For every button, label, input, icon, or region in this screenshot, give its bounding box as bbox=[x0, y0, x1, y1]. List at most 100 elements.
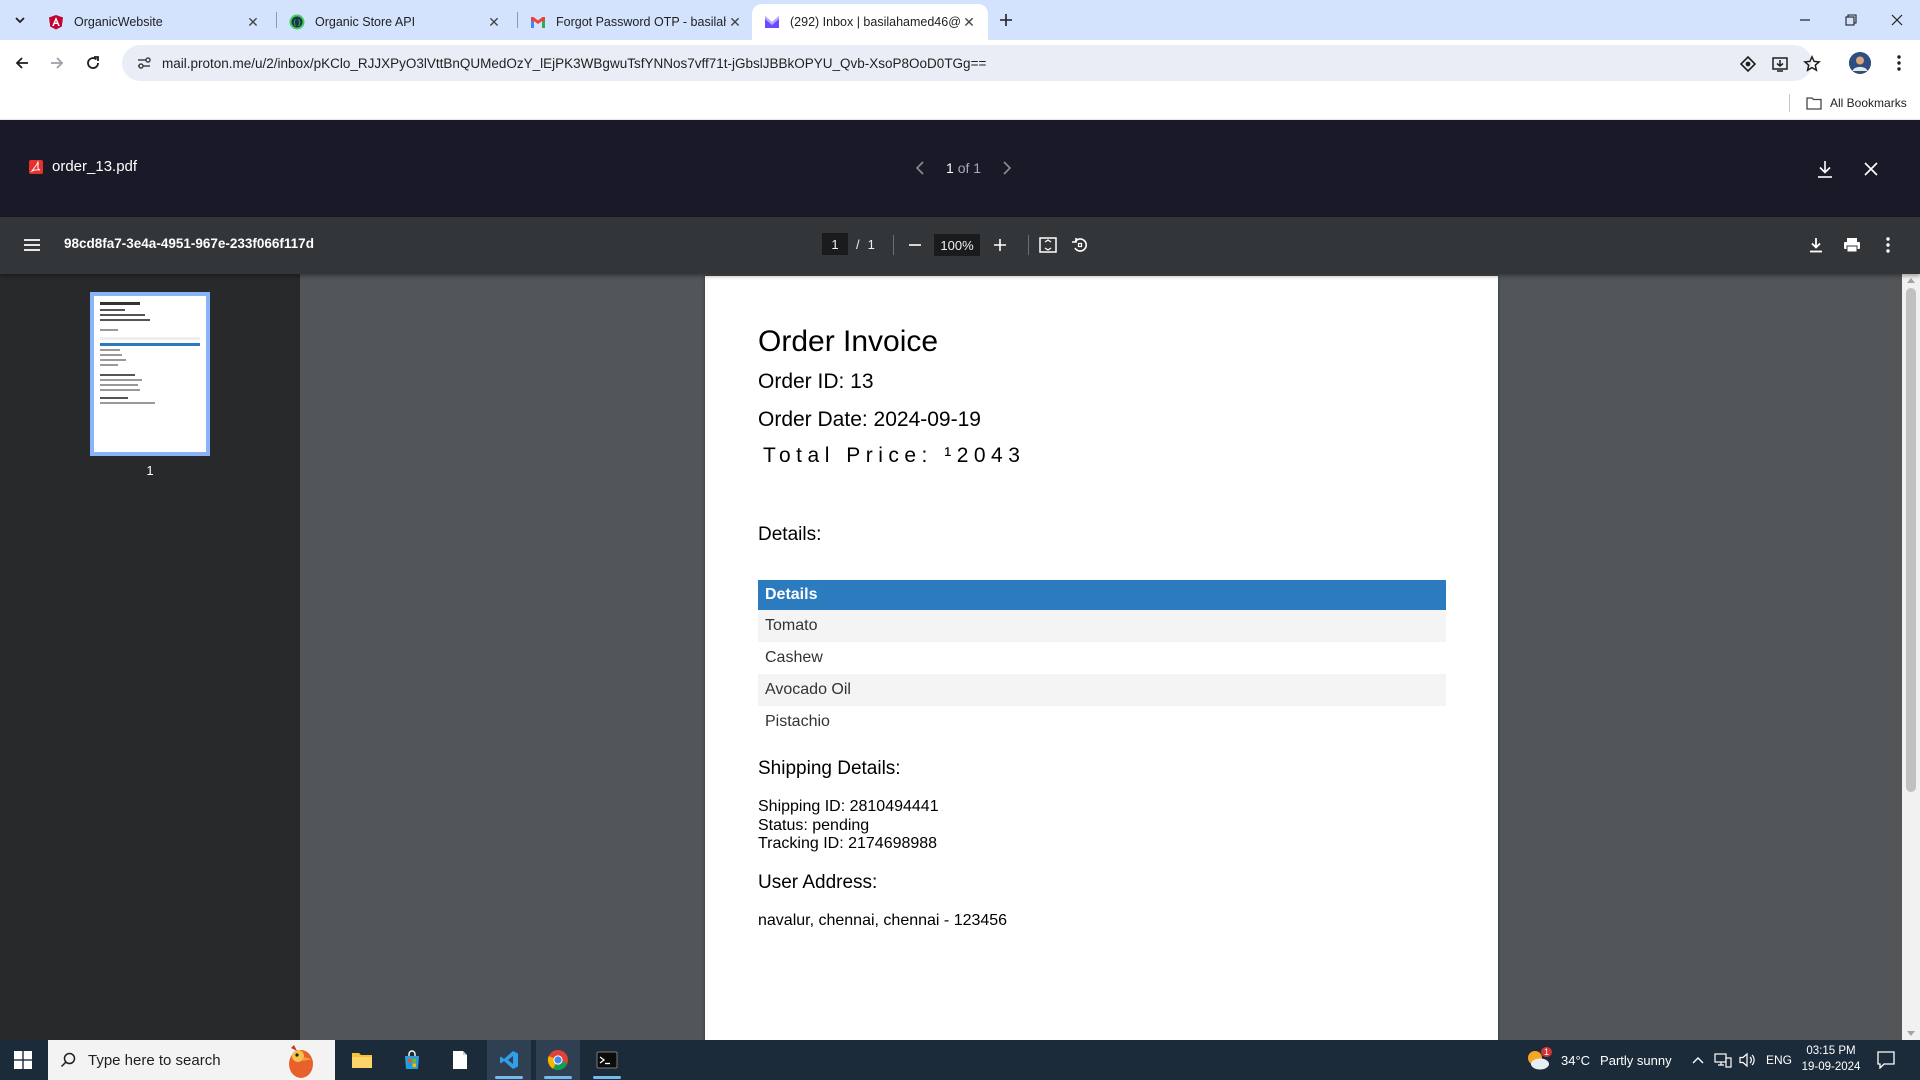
notification-center-button[interactable] bbox=[1874, 1048, 1898, 1072]
thumbnail-page-number: 1 bbox=[146, 463, 154, 478]
start-button[interactable] bbox=[0, 1040, 46, 1080]
close-window-button[interactable] bbox=[1874, 0, 1920, 40]
taskbar-clock[interactable]: 03:15 PM 19-09-2024 bbox=[1796, 1043, 1866, 1075]
chrome-menu-button[interactable] bbox=[1889, 52, 1909, 74]
back-button[interactable] bbox=[8, 49, 36, 77]
fit-to-page-button[interactable] bbox=[1036, 233, 1060, 257]
bookmark-star-icon[interactable] bbox=[1802, 54, 1822, 74]
rotate-icon bbox=[1072, 238, 1087, 252]
weather-widget[interactable]: 1 34°C Partly sunny bbox=[1525, 1040, 1672, 1080]
file-icon bbox=[453, 1051, 467, 1069]
language-indicator[interactable]: ENG bbox=[1766, 1040, 1792, 1080]
taskbar-terminal[interactable] bbox=[585, 1040, 629, 1080]
table-row: Avocado Oil bbox=[758, 674, 1446, 706]
volume-tray-button[interactable] bbox=[1738, 1040, 1756, 1080]
gmail-icon bbox=[530, 14, 546, 30]
close-icon[interactable]: ✕ bbox=[485, 13, 503, 31]
download-icon bbox=[1810, 238, 1822, 253]
tab-title: Organic Store API bbox=[315, 15, 416, 29]
close-icon[interactable]: ✕ bbox=[960, 13, 978, 31]
tab-proton-inbox[interactable]: (292) Inbox | basilahamed46@p ✕ bbox=[752, 4, 988, 40]
taskbar-microsoft-store[interactable] bbox=[390, 1040, 434, 1080]
store-icon bbox=[405, 1050, 419, 1069]
download-attachment-button[interactable] bbox=[1812, 156, 1838, 182]
forward-button[interactable] bbox=[43, 49, 71, 77]
profile-avatar[interactable] bbox=[1849, 52, 1871, 74]
taskbar-file-explorer[interactable] bbox=[340, 1040, 384, 1080]
bookmarks-separator bbox=[1789, 94, 1790, 112]
thumbnail-sidebar: 1 bbox=[0, 274, 300, 1040]
close-icon[interactable]: ✕ bbox=[244, 13, 262, 31]
zoom-out-button[interactable] bbox=[903, 233, 927, 257]
pdf-download-button[interactable] bbox=[1804, 233, 1828, 257]
table-row: Pistachio bbox=[765, 713, 830, 730]
active-indicator bbox=[544, 1076, 572, 1079]
new-tab-button[interactable] bbox=[994, 8, 1018, 32]
close-viewer-button[interactable] bbox=[1858, 156, 1884, 182]
scrollbar-thumb[interactable] bbox=[1906, 288, 1916, 792]
pdf-document-title: 98cd8fa7-3e4a-4951-967e-233f066f117d bbox=[64, 236, 314, 251]
order-date: Order Date: 2024-09-19 bbox=[758, 408, 981, 431]
kebab-menu-icon bbox=[1897, 55, 1901, 71]
chevron-right-icon[interactable] bbox=[995, 156, 1019, 180]
taskbar-chrome[interactable] bbox=[536, 1040, 580, 1080]
details-table: Details Tomato Cashew Avocado Oil Pistac… bbox=[758, 580, 1446, 738]
folder-icon bbox=[1806, 97, 1822, 110]
pdf-document-area[interactable]: Order Invoice Order ID: 13 Order Date: 2… bbox=[300, 274, 1902, 1040]
page-number-input[interactable]: 1 bbox=[822, 233, 848, 255]
taskbar-notepad[interactable] bbox=[438, 1040, 482, 1080]
invoice-title: Order Invoice bbox=[758, 325, 939, 358]
address-heading: User Address: bbox=[758, 872, 878, 893]
sidebar-toggle-button[interactable] bbox=[20, 233, 44, 257]
taskbar-vscode[interactable] bbox=[487, 1040, 531, 1080]
lens-icon[interactable] bbox=[1738, 54, 1758, 74]
scroll-down-arrow[interactable] bbox=[1907, 1031, 1915, 1036]
network-tray-button[interactable] bbox=[1714, 1040, 1732, 1080]
reload-icon bbox=[87, 56, 99, 69]
tracking-id: Tracking ID: 2174698988 bbox=[758, 835, 938, 852]
tab-organic-store-api[interactable]: {} Organic Store API ✕ bbox=[277, 4, 513, 40]
minimize-button[interactable] bbox=[1782, 0, 1828, 40]
zoom-in-button[interactable] bbox=[988, 233, 1012, 257]
tab-organicwebsite[interactable]: OrganicWebsite ✕ bbox=[36, 4, 272, 40]
pdf-print-button[interactable] bbox=[1840, 233, 1864, 257]
pdf-file-icon bbox=[29, 159, 43, 174]
scroll-up-arrow[interactable] bbox=[1907, 278, 1915, 283]
all-bookmarks-button[interactable]: All Bookmarks bbox=[1806, 92, 1907, 114]
speaker-icon bbox=[1739, 1052, 1755, 1068]
windows-logo-icon bbox=[14, 1051, 32, 1069]
minus-icon bbox=[909, 244, 921, 246]
terminal-icon bbox=[596, 1051, 618, 1069]
taskbar-search-box[interactable]: Type here to search bbox=[48, 1040, 335, 1080]
reload-button[interactable] bbox=[79, 49, 107, 77]
browser-toolbar: mail.proton.me/u/2/inbox/pKClo_RJJXPyO3l… bbox=[0, 40, 1920, 86]
total-price: Total Price: ¹2043 bbox=[763, 444, 1026, 467]
svg-text:{}: {} bbox=[293, 19, 302, 27]
restore-button[interactable] bbox=[1828, 0, 1874, 40]
shipping-status: Status: pending bbox=[758, 816, 870, 834]
table-row: Cashew bbox=[765, 649, 823, 666]
page-selector: 1 / 1 bbox=[822, 233, 875, 255]
rotate-button[interactable] bbox=[1068, 233, 1092, 257]
page-total: 1 bbox=[867, 236, 875, 252]
tab-title: Forgot Password OTP - basilaha bbox=[556, 15, 726, 29]
tab-title: (292) Inbox | basilahamed46@p bbox=[790, 15, 960, 29]
tab-search-button[interactable] bbox=[8, 8, 32, 32]
tab-gmail-forgot-password[interactable]: Forgot Password OTP - basilaha ✕ bbox=[518, 4, 754, 40]
search-placeholder: Type here to search bbox=[88, 1051, 221, 1069]
order-id: Order ID: 13 bbox=[758, 370, 874, 393]
address-bar[interactable]: mail.proton.me/u/2/inbox/pKClo_RJJXPyO3l… bbox=[122, 45, 1812, 81]
search-highlight-illustration bbox=[289, 1045, 313, 1078]
site-info-icon[interactable] bbox=[132, 51, 156, 75]
windows-taskbar: Type here to search 1 34°C Partly sunny … bbox=[0, 1040, 1920, 1080]
chevron-left-icon[interactable] bbox=[908, 156, 932, 180]
close-icon[interactable]: ✕ bbox=[726, 13, 744, 31]
zoom-level-input[interactable]: 100% bbox=[934, 234, 980, 256]
page-thumbnail[interactable] bbox=[90, 292, 210, 456]
all-bookmarks-label: All Bookmarks bbox=[1830, 96, 1907, 110]
document-scrollbar[interactable] bbox=[1902, 274, 1920, 1040]
pdf-more-button[interactable] bbox=[1876, 233, 1900, 257]
tray-show-hidden-button[interactable] bbox=[1692, 1040, 1704, 1080]
install-app-icon[interactable] bbox=[1770, 54, 1790, 74]
plus-icon bbox=[994, 239, 1006, 251]
